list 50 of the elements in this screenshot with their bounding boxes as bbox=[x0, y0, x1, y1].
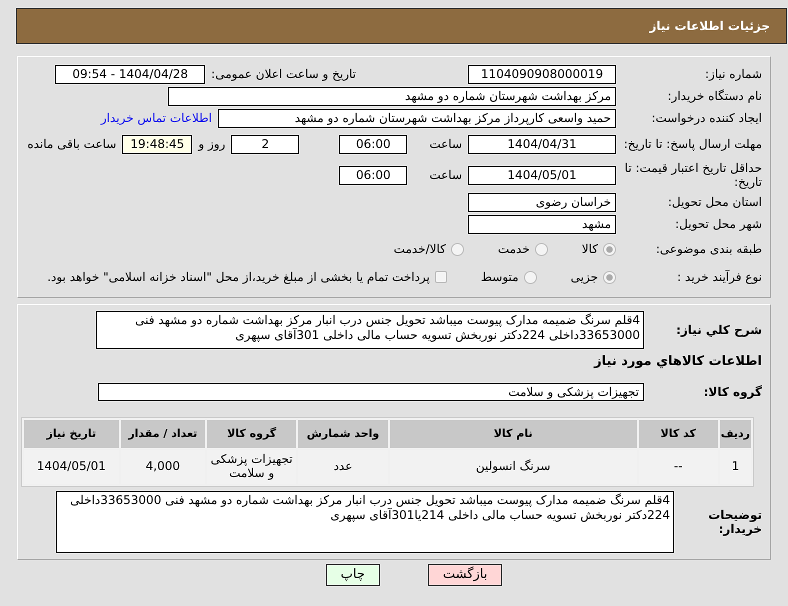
column-header: کد کالا bbox=[638, 420, 718, 448]
input-field[interactable]: حمید واسعی کارپرداز مرکز بهداشت شهرستان شماره دو مشهد bbox=[218, 108, 616, 128]
input-field[interactable]: مرکز بهداشت شهرستان شماره دو مشهد bbox=[168, 86, 616, 106]
field-label: ساعت bbox=[429, 167, 462, 184]
field-label: روز و bbox=[198, 136, 226, 153]
section-heading: اطلاعات کالاهاي مورد نياز bbox=[594, 353, 762, 372]
input-field[interactable]: 1404/04/31 bbox=[468, 134, 616, 154]
field-label: شرح کلي نياز: bbox=[675, 322, 762, 338]
field-label: نام دستگاه خریدار: bbox=[666, 88, 762, 104]
text-area[interactable]: 4قلم سرنگ ضمیمه مدارک پیوست میباشد تحویل جنس درب انبار مرکز بهداشت شماره دو مشهد فنی 33653000داخلی 224دکتر نوربخش تسویه حساب مالی داخلی 214یا301آقای سپهری bbox=[56, 491, 674, 553]
field-label: مهلت ارسال پاسخ: تا تاریخ: bbox=[622, 136, 762, 152]
field-label: توضیحات خریدار: bbox=[707, 508, 762, 536]
checkbox-label: پرداخت تمام یا بخشی از مبلغ خرید،از محل "اسناد خزانه اسلامی" خواهد بود. bbox=[47, 269, 430, 286]
option-label: جزیی bbox=[570, 269, 598, 286]
field-label: استان محل تحویل: bbox=[666, 194, 762, 210]
field-label: ایجاد کننده درخواست: bbox=[650, 110, 762, 126]
field-label: حداقل تاریخ اعتبار قیمت: تا تاریخ: bbox=[624, 160, 762, 190]
column-header: تاریخ نیاز bbox=[24, 420, 119, 448]
column-header: گروه کالا bbox=[206, 420, 296, 448]
field-label: ساعت bbox=[429, 136, 462, 153]
contact-link[interactable]: اطلاعات تماس خریدار bbox=[100, 109, 212, 127]
input-field[interactable]: 06:00 bbox=[339, 166, 408, 184]
option-label: خدمت bbox=[498, 241, 530, 258]
field-label: شهر محل تحویل: bbox=[674, 216, 762, 232]
field-label: نوع فرآیند خرید : bbox=[676, 270, 762, 284]
field-label: طبقه بندی موضوعی: bbox=[654, 242, 762, 256]
column-header: تعداد / مقدار bbox=[120, 420, 205, 448]
back-button[interactable]: بازگشت bbox=[428, 564, 502, 586]
field-label: گروه کالا: bbox=[702, 384, 762, 400]
input-field[interactable]: 19:48:45 bbox=[122, 134, 192, 154]
option-label: کالا/خدمت bbox=[394, 241, 446, 258]
column-header: ردیف bbox=[720, 420, 751, 448]
input-field[interactable]: 1104090908000019 bbox=[468, 64, 616, 84]
input-field[interactable]: 1404/05/01 bbox=[468, 166, 616, 184]
field-label: تاریخ و ساعت اعلان عمومی: bbox=[211, 66, 356, 83]
input-field[interactable]: 06:00 bbox=[339, 134, 408, 154]
input-field[interactable]: تجهیزات پزشکی و سلامت bbox=[98, 383, 644, 401]
field-label: شماره نیاز: bbox=[704, 66, 762, 82]
input-field[interactable]: 2 bbox=[231, 134, 300, 154]
option-label: کالا bbox=[582, 241, 598, 258]
input-field[interactable]: خراسان رضوی bbox=[468, 192, 616, 212]
column-header: نام کالا bbox=[390, 420, 637, 448]
option-label: متوسط bbox=[480, 269, 519, 286]
print-button[interactable]: چاپ bbox=[326, 564, 380, 586]
field-label: ساعت باقی مانده bbox=[27, 136, 116, 153]
page-header: جزئیات اطلاعات نیاز bbox=[16, 8, 787, 44]
column-header: واحد شمارش bbox=[298, 420, 388, 448]
text-area[interactable]: 4قلم سرنگ ضمیمه مدارک پیوست میباشد تحویل جنس درب انبار مرکز بهداشت شماره دو مشهد فنی 33653000داخلی 224دکتر نوربخش تسویه حساب مالی داخلی 301آقای سپهری bbox=[96, 311, 644, 349]
input-field[interactable]: 1404/04/28 - 09:54 bbox=[55, 64, 206, 84]
input-field[interactable]: مشهد bbox=[468, 214, 616, 234]
